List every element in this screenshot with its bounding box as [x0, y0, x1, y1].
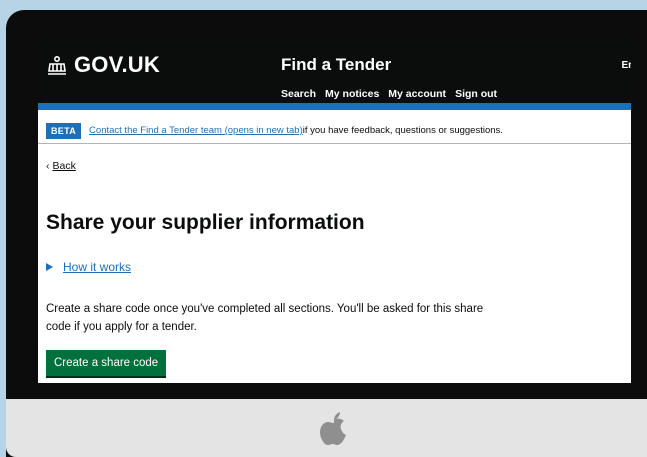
nav-sign-out[interactable]: Sign out [455, 88, 497, 100]
chevron-left-icon: ‹ [46, 160, 50, 172]
govuk-header: GOV.UK Find a Tender Search My notices M… [38, 42, 631, 110]
details-summary: How it works [63, 260, 132, 274]
beta-tag: BETA [46, 122, 82, 139]
triangle-right-icon [46, 263, 53, 271]
apple-logo [320, 412, 346, 445]
header-accent-bar [38, 103, 631, 110]
body-text: Create a share code once you've complete… [46, 303, 484, 333]
header-nav: Search My notices My account Sign out [281, 88, 497, 100]
nav-my-account[interactable]: My account [388, 88, 446, 100]
nav-search[interactable]: Search [281, 88, 316, 100]
create-share-code-button[interactable]: Create a share code [46, 350, 167, 376]
monitor-frame: GOV.UK Find a Tender Search My notices M… [6, 10, 647, 457]
beta-text: if you have feedback, questions or sugge… [302, 125, 503, 136]
monitor-chin [6, 399, 647, 457]
nav-my-notices[interactable]: My notices [325, 88, 379, 100]
back-label: Back [52, 160, 76, 172]
back-link[interactable]: ‹ Back [46, 160, 76, 172]
browser-screen: GOV.UK Find a Tender Search My notices M… [38, 42, 631, 383]
beta-banner: BETA Contact the Find a Tender team (ope… [38, 118, 631, 144]
govuk-logo[interactable]: GOV.UK [46, 52, 160, 78]
language-toggle[interactable]: Er [621, 60, 631, 71]
logo-text: GOV.UK [74, 52, 160, 77]
how-it-works-details[interactable]: How it works [46, 260, 131, 274]
service-name[interactable]: Find a Tender [281, 55, 391, 75]
feedback-link[interactable]: Contact the Find a Tender team (opens in… [89, 125, 303, 136]
page-title: Share your supplier information [46, 211, 365, 234]
crown-icon [48, 55, 66, 75]
